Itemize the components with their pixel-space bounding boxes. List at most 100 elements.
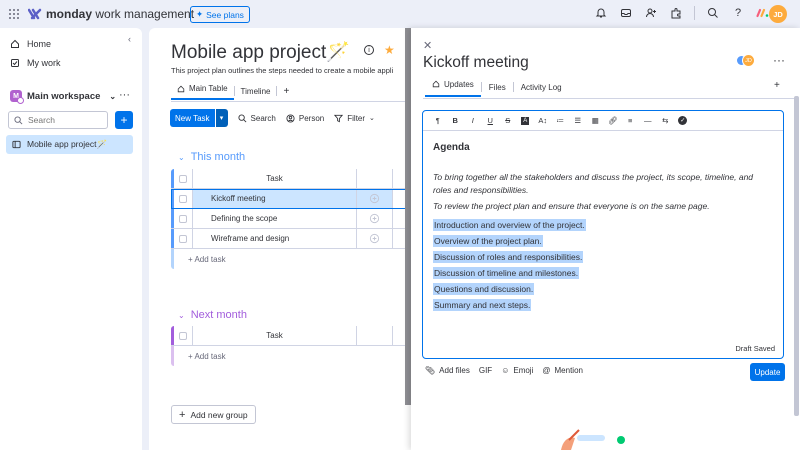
inbox-icon[interactable] [619,6,633,20]
task-name-cell[interactable]: Defining the scope [193,209,357,228]
chevron-down-icon[interactable]: ⌄ [178,311,185,320]
help-icon[interactable]: ? [731,6,745,20]
workspace-selector[interactable]: M Main workspace ⌄ [10,90,116,104]
font-size-icon[interactable]: A↕ [534,116,552,125]
apps-grid-icon[interactable] [9,9,19,19]
favorite-star-icon[interactable]: ★ [384,44,395,56]
table-icon[interactable]: ▦ [587,116,605,125]
sparkle-icon: ✦ [196,9,204,19]
my-work-icon [11,59,19,67]
mention-button[interactable]: @ Mention [542,366,583,375]
sidebar-item-home[interactable]: Home [10,39,51,49]
sidebar-item-my-work[interactable]: My work [10,58,61,68]
add-update-icon[interactable] [357,229,393,248]
add-item-button[interactable]: + [115,111,133,129]
chevron-down-icon[interactable]: ⌄ [178,153,185,162]
empty-state-illustration [561,429,625,450]
emoji-button[interactable]: ☺ Emoji [501,366,533,375]
row-checkbox[interactable] [174,229,193,248]
person-icon [286,113,295,123]
paperclip-icon: 📎︎ [425,366,436,375]
underline-icon[interactable]: U [482,116,500,125]
info-icon[interactable]: i [364,45,374,55]
tabs-divider [171,101,411,102]
editor-paragraph: To bring together all the stakeholders a… [433,172,754,195]
board-icon [12,140,21,149]
editor-paragraph: To review the project plan and ensure th… [433,201,710,211]
close-icon[interactable]: ✕ [423,39,432,52]
row-checkbox[interactable] [174,209,193,228]
notifications-bell-icon[interactable] [594,6,608,20]
editor-heading: Agenda [433,142,470,153]
chevron-down-icon[interactable]: ▾ [214,109,228,127]
monday-apps-switcher-icon[interactable] [756,6,770,20]
tab-main-table[interactable]: Main Table [171,82,234,100]
column-header-task[interactable]: Task [193,326,357,345]
panel-scrollbar[interactable] [794,96,799,416]
list-item: Discussion of roles and responsibilities… [433,251,584,263]
tab-updates[interactable]: Updates [425,77,481,97]
tab-activity-log[interactable]: Activity Log [514,83,569,92]
row-checkbox[interactable] [174,189,193,208]
add-tab-icon[interactable]: + [774,80,780,91]
see-plans-button[interactable]: ✦ See plans [190,6,250,23]
add-update-icon[interactable] [357,189,393,208]
group-title-next-month[interactable]: ⌄ Next month [178,309,247,321]
bold-icon[interactable]: B [447,116,465,125]
more-options-icon[interactable]: ··· [773,53,785,67]
workspace-more-icon[interactable]: ··· [119,89,130,101]
emoji-icon: ☺ [501,366,510,375]
sidebar-item-mobile-app-project[interactable]: Mobile app project🪄 [6,135,133,154]
table-row[interactable]: Kickoff meeting [171,189,411,209]
list-item: Summary and next steps. [433,299,532,311]
add-new-group-button[interactable]: + Add new group [171,405,256,424]
checklist-icon[interactable]: ✓ [674,116,692,125]
group-title-this-month[interactable]: ⌄ This month [178,151,245,163]
select-all-checkbox[interactable] [174,326,193,345]
gif-button[interactable]: GIF [479,366,492,375]
update-button[interactable]: Update [750,363,785,381]
numbered-list-icon[interactable]: ≔ [552,116,570,125]
sidebar-search[interactable] [8,111,108,129]
search-icon[interactable] [706,6,720,20]
tab-timeline[interactable]: Timeline [235,84,277,98]
subscriber-avatar: JD [742,54,755,67]
chevron-down-icon: ⌄ [369,115,375,122]
collapse-sidebar-icon[interactable]: ‹ [128,34,131,44]
column-header-task[interactable]: Task [193,169,357,188]
list-item: Introduction and overview of the project… [433,219,586,231]
link-icon[interactable]: 🔗︎ [604,116,622,125]
text-color-icon[interactable]: A [517,116,535,125]
person-filter-button[interactable]: Person [286,114,324,123]
task-name-cell[interactable]: Kickoff meeting [193,189,357,208]
search-button[interactable]: Search [237,114,276,123]
apps-marketplace-icon[interactable] [669,6,683,20]
align-icon[interactable]: ≡ [622,116,640,125]
add-update-icon[interactable] [357,209,393,228]
add-task-row[interactable]: + Add task [171,346,411,366]
tab-files[interactable]: Files [482,83,513,92]
divider-icon[interactable]: — [639,116,657,125]
sidebar-search-input[interactable] [28,115,98,125]
item-title[interactable]: Kickoff meeting [423,54,529,72]
italic-icon[interactable]: I [464,116,482,125]
add-task-row[interactable]: + Add task [171,249,411,269]
task-name-cell[interactable]: Wireframe and design [193,229,357,248]
search-icon [14,115,23,124]
brand-name: monday work management [46,7,195,21]
add-view-icon[interactable]: + [277,84,295,98]
update-editor[interactable]: ¶ B I U S A A↕ ≔ ☰ ▦ 🔗︎ ≡ — ⇆ ✓ Agenda T… [422,110,784,359]
table-row[interactable]: Wireframe and design [171,229,411,249]
filter-button[interactable]: Filter ⌄ [334,114,375,123]
select-all-checkbox[interactable] [174,169,193,188]
add-files-button[interactable]: 📎︎ Add files [425,366,470,375]
table-row[interactable]: Defining the scope [171,209,411,229]
invite-members-icon[interactable] [644,6,658,20]
bullet-list-icon[interactable]: ☰ [569,116,587,125]
new-task-button[interactable]: New Task ▾ [170,109,228,127]
user-avatar[interactable]: JD [769,5,787,23]
paragraph-icon[interactable]: ¶ [429,116,447,125]
strikethrough-icon[interactable]: S [499,116,517,125]
board-title[interactable]: Mobile app project🪄 [171,40,350,64]
direction-icon[interactable]: ⇆ [657,116,675,125]
